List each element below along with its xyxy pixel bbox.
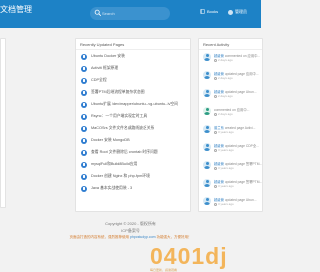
page-icon [81, 185, 87, 192]
page-icon [81, 89, 87, 96]
recent-activity-title: Recent Activity [203, 42, 230, 47]
page-list-item[interactable]: Rsync：一个用户端实现定时工具 [81, 112, 147, 121]
clock-icon [214, 184, 217, 188]
activity-time: 3 years ago [218, 202, 234, 206]
page-list-item[interactable]: 签署PTM后继流程单复杂状态图 [81, 88, 145, 97]
footer-copyright: Copyright © 2020 - 版权所有 [105, 221, 156, 226]
search-icon [94, 9, 102, 17]
clock-icon [214, 166, 217, 170]
user-avatar [203, 89, 211, 97]
top-navigation-bar: 文档管理 Books 管理员 [0, 0, 261, 28]
page-title: Ubuntu Docker 安装 [91, 54, 125, 58]
app-brand-title[interactable]: 文档管理 [0, 4, 32, 15]
page-list-item[interactable]: Docker 安装 MongoDB [81, 136, 130, 145]
clock-icon [214, 58, 217, 62]
page-list-item[interactable]: mysqlFull和Build8Build应用 [81, 160, 137, 169]
page-icon [81, 113, 87, 120]
page-title: Ubuntu扩展 /dev/mapper/ubuntu--vg-ubuntu--… [91, 102, 178, 106]
clock-icon [214, 94, 217, 98]
user-avatar [203, 107, 211, 115]
activity-time: 3 years ago [218, 148, 234, 152]
activity-time: 3 years ago [218, 130, 234, 134]
book-icon [200, 9, 205, 14]
user-menu-button[interactable]: 管理员 [228, 9, 247, 15]
user-avatar [203, 53, 211, 61]
page-icon [81, 53, 87, 60]
page-icon [81, 65, 87, 72]
user-avatar [203, 143, 211, 151]
page-title: CDP全程 [91, 78, 107, 82]
page-title: Rsync：一个用户端实现定时工具 [91, 114, 148, 118]
clock-icon [214, 202, 217, 206]
user-avatar [203, 161, 211, 169]
footer-link[interactable]: phpcstudyp.com [130, 235, 156, 239]
page-title: 签署PTM后继流程单复杂状态图 [91, 90, 145, 94]
page-icon [81, 77, 87, 84]
page-title: 查看 Root 文件删除后 crontab 时序问题 [91, 150, 158, 154]
page-list-item[interactable]: Docker 创建 Nginx 和 php-fpm环境 [81, 172, 150, 181]
user-avatar [228, 9, 233, 15]
user-avatar [203, 197, 211, 205]
user-avatar [203, 71, 211, 79]
page-icon [81, 101, 87, 108]
footer-note: 页面由打造的内容系统，强烈推荐使用 phpcstudyp.com 功能强大，方便… [0, 235, 261, 240]
watermark-logo: 0401dj [150, 243, 228, 269]
search-input[interactable] [90, 7, 170, 20]
clock-icon [214, 148, 217, 152]
page-list-item[interactable]: Java 基本实战使用装 - 3 [81, 184, 132, 193]
activity-time: 2 days ago [218, 58, 233, 62]
recent-pages-title: Recently Updated Pages [80, 42, 125, 47]
page-icon [81, 161, 87, 168]
page-icon [81, 149, 87, 156]
page-list-item[interactable]: 查看 Root 文件删除后 crontab 时序问题 [81, 148, 158, 157]
user-name-label: 管理员 [235, 9, 247, 14]
page-list-item[interactable]: MaCOSrs 文件文件名或路线缺乏关系 [81, 124, 154, 133]
page-list-item[interactable]: Ubuntu Docker 安装 [81, 52, 125, 61]
watermark-subtitle: 每日更新，感谢观看 [150, 268, 178, 272]
card-divider [199, 49, 262, 50]
page-icon [81, 137, 87, 144]
page-title: Activiti 框架原理 [91, 66, 119, 70]
clock-icon [214, 130, 217, 134]
books-nav-label: Books [207, 9, 219, 14]
activity-time: 2 days ago [218, 76, 233, 80]
activity-time: 3 years ago [218, 166, 234, 170]
page-list-item[interactable]: Ubuntu扩展 /dev/mapper/ubuntu--vg-ubuntu--… [81, 100, 178, 109]
recent-pages-card: Recently Updated Pages Ubuntu Docker 安装 … [75, 38, 191, 212]
footer-note-suffix: 功能强大，方便好用！ [156, 235, 192, 239]
page-icon [81, 173, 87, 180]
books-nav-button[interactable]: Books [200, 9, 218, 14]
page-title: MaCOSrs 文件文件名或路线缺乏关系 [91, 126, 155, 130]
recent-activity-card: Recent Activity 超级管 commented on 应用中... … [198, 38, 263, 212]
page-title: Docker 安装 MongoDB [91, 138, 130, 142]
left-panel [0, 38, 6, 208]
page-list-item[interactable]: CDP全程 [81, 76, 107, 85]
clock-icon [214, 112, 217, 116]
activity-time: 3 years ago [218, 184, 234, 188]
card-divider [76, 49, 190, 50]
activity-time: 2 days ago [218, 94, 233, 98]
footer-icp[interactable]: ICP备案号 [0, 228, 261, 234]
activity-time: 2 days ago [218, 112, 233, 116]
page-title: Java 基本实战使用装 - 3 [91, 186, 133, 190]
page-icon [81, 125, 87, 132]
page-list-item[interactable]: Activiti 框架原理 [81, 64, 118, 73]
footer-note-prefix: 页面由打造的内容系统，强烈推荐使用 [69, 235, 130, 239]
page-title: Docker 创建 Nginx 和 php-fpm环境 [91, 174, 150, 178]
clock-icon [214, 76, 217, 80]
page-title: mysqlFull和Build8Build应用 [91, 162, 138, 166]
user-avatar [203, 125, 211, 133]
user-avatar [203, 179, 211, 187]
